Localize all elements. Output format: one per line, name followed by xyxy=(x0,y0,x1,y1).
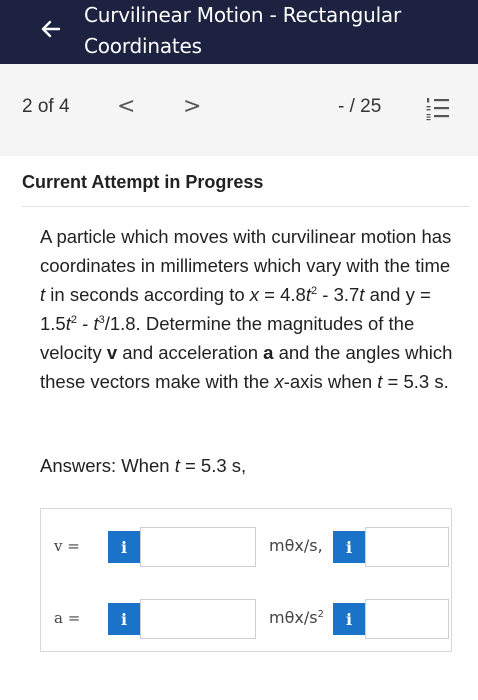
divider xyxy=(22,206,470,207)
answers-intro: Answers: When t = 5.3 s, xyxy=(40,455,247,476)
numbered-list-icon[interactable] xyxy=(425,95,451,121)
title-line-2: Coordinates xyxy=(84,34,202,58)
question-text: A particle which moves with curvilinear … xyxy=(40,226,453,392)
app-header: Curvilinear Motion - Rectangular Coordin… xyxy=(0,0,478,64)
acceleration-label: a = xyxy=(54,609,81,627)
question-position: 2 of 4 xyxy=(22,96,70,117)
acceleration-angle-input[interactable] xyxy=(365,599,449,639)
page-title: Curvilinear Motion - Rectangular Coordin… xyxy=(84,0,401,62)
velocity-magnitude-input[interactable] xyxy=(140,527,256,567)
title-line-1: Curvilinear Motion - Rectangular xyxy=(84,3,401,27)
question-nav-bar: 2 of 4 < > - / 25 xyxy=(0,64,478,156)
info-button-velocity-angle[interactable]: i xyxy=(333,531,365,563)
velocity-label: v = xyxy=(54,537,80,555)
chevron-right-icon[interactable]: > xyxy=(183,94,201,119)
acceleration-magnitude-input[interactable] xyxy=(140,599,256,639)
acceleration-unit: mθx/s2 xyxy=(269,608,324,627)
info-button-acceleration-angle[interactable]: i xyxy=(333,603,365,635)
answer-box: v = i mθx/s, i a = i mθx/s2 i xyxy=(40,508,452,652)
info-button-velocity[interactable]: i xyxy=(108,531,140,563)
attempt-status-heading: Current Attempt in Progress xyxy=(22,172,264,192)
info-button-acceleration[interactable]: i xyxy=(108,603,140,635)
back-arrow-icon[interactable] xyxy=(36,14,66,44)
velocity-angle-input[interactable] xyxy=(365,527,449,567)
velocity-unit: mθx/s, xyxy=(269,536,323,555)
chevron-left-icon[interactable]: < xyxy=(117,94,135,119)
score-display: - / 25 xyxy=(338,96,382,117)
